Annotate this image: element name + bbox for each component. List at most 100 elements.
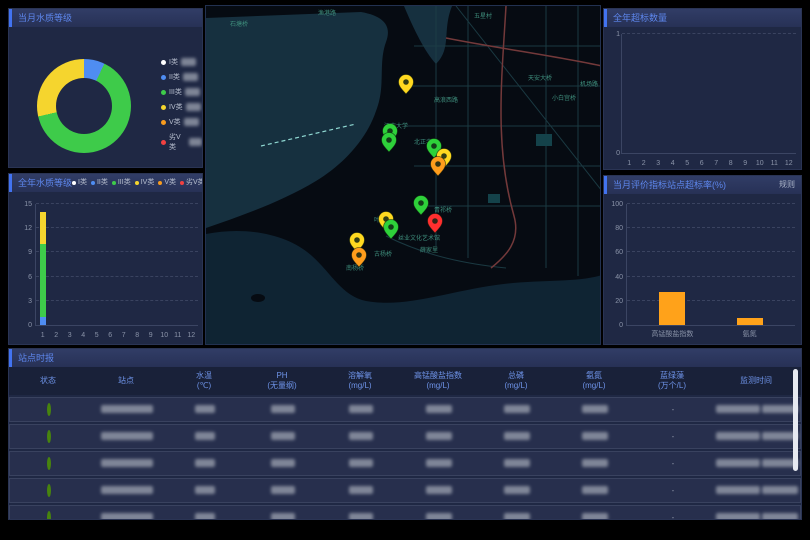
table-header-row: 状态站点水温(℃)PH(无量纲)溶解氧(mg/L)高锰酸盐指数(mg/L)总磷(… xyxy=(9,367,801,395)
redacted-value xyxy=(762,513,798,521)
column-name: 氨氮 xyxy=(555,371,633,381)
x-tick-label: 11 xyxy=(174,332,181,339)
column-name: 状态 xyxy=(9,376,87,386)
panel-header: 当月水质等级 xyxy=(9,9,202,27)
column-name: 总磷 xyxy=(477,371,555,381)
redacted-value xyxy=(195,432,215,440)
redacted-value xyxy=(271,513,295,521)
redacted-value xyxy=(349,513,373,521)
column-header: 高锰酸盐指数(mg/L) xyxy=(399,371,477,391)
algae-value: - xyxy=(634,459,712,468)
gridline xyxy=(36,227,198,228)
legend-label: III类 xyxy=(169,87,182,97)
dashboard-root: { "donut_panel": { "title": "当月水质等级", "l… xyxy=(0,0,810,540)
column-header: 溶解氧(mg/L) xyxy=(321,371,399,391)
rules-link[interactable]: 规则 xyxy=(779,176,795,194)
y-tick-label: 40 xyxy=(603,274,623,281)
legend-item[interactable]: III类 xyxy=(112,174,131,192)
x-tick-label: 3 xyxy=(656,160,660,167)
bar-1[interactable] xyxy=(659,292,685,325)
redacted-value xyxy=(582,405,608,413)
redacted-value xyxy=(101,405,153,413)
legend-label: II类 xyxy=(169,72,180,82)
map-place-label: 渔港路 xyxy=(318,9,336,17)
status-indicator xyxy=(47,430,51,443)
table-scrollbar[interactable] xyxy=(793,369,798,471)
map-place-label: 青祁桥 xyxy=(434,206,452,214)
x-tick-label: 12 xyxy=(785,160,793,167)
legend-item[interactable]: II类 xyxy=(91,174,108,192)
legend-label: I类 xyxy=(169,57,178,67)
legend-dot xyxy=(112,181,116,185)
stacked-bar-segment[interactable] xyxy=(40,317,46,325)
legend-dot xyxy=(161,120,166,125)
redacted-value xyxy=(195,513,215,521)
x-tick-label: 7 xyxy=(714,160,718,167)
y-tick-label: 80 xyxy=(603,225,623,232)
redacted-value xyxy=(271,405,295,413)
stacked-bar-segment[interactable] xyxy=(40,244,46,317)
legend-item[interactable]: V类 xyxy=(158,174,176,192)
exceed-line-chart: 01123456789101112 xyxy=(621,34,796,154)
bar-2[interactable] xyxy=(737,318,763,325)
legend-label: 劣V类 xyxy=(169,132,186,152)
gridline xyxy=(627,227,795,228)
legend-label: IV类 xyxy=(169,102,183,112)
x-tick-label: 9 xyxy=(743,160,747,167)
legend-item[interactable]: I类 xyxy=(161,57,202,67)
column-name: 监测时间 xyxy=(711,376,801,386)
column-header: PH(无量纲) xyxy=(243,371,321,391)
gridline xyxy=(36,251,198,252)
legend-item[interactable]: II类 xyxy=(161,72,202,82)
redacted-value xyxy=(716,513,760,521)
table-row[interactable]: - xyxy=(9,478,801,503)
redacted-value xyxy=(582,432,608,440)
legend-item[interactable]: IV类 xyxy=(135,174,155,192)
table-row[interactable]: - xyxy=(9,451,801,476)
stacked-bar-segment[interactable] xyxy=(40,212,46,244)
y-tick-label: 3 xyxy=(12,298,32,305)
legend-dot xyxy=(161,140,166,145)
legend-label: V类 xyxy=(164,174,176,192)
column-header: 监测时间 xyxy=(711,376,801,386)
table-row[interactable]: - xyxy=(9,424,801,449)
redacted-value xyxy=(183,73,198,81)
redacted-value xyxy=(195,486,215,494)
legend-item[interactable]: IV类 xyxy=(161,102,202,112)
map-place-label: 天安大桥 xyxy=(528,74,552,82)
x-tick-label: 1 xyxy=(41,332,45,339)
redacted-value xyxy=(762,486,798,494)
redacted-value xyxy=(426,486,452,494)
status-indicator xyxy=(47,403,51,416)
panel-month-water-grade: 当月水质等级 I类 II类 III类 IV类 V类劣V类 xyxy=(8,8,203,168)
gridline xyxy=(627,203,795,204)
table-row[interactable]: - xyxy=(9,505,801,520)
legend-item[interactable]: V类 xyxy=(161,117,202,127)
redacted-value xyxy=(426,405,452,413)
map-canvas[interactable]: 石塘桥渔港路五星村高浪西路江南大学北正寺天安大桥小白宫桥机场路青祁桥叶巷丝业文化… xyxy=(206,6,601,345)
column-unit: (mg/L) xyxy=(555,381,633,391)
column-name: 溶解氧 xyxy=(321,371,399,381)
redacted-value xyxy=(186,103,201,111)
table-row[interactable]: - xyxy=(9,397,801,422)
redacted-value xyxy=(504,486,530,494)
y-tick-label: 20 xyxy=(603,298,623,305)
gridline xyxy=(627,300,795,301)
y-tick-label: 0 xyxy=(603,322,623,329)
legend-item[interactable]: I类 xyxy=(72,174,87,192)
y-tick-label: 12 xyxy=(12,225,32,232)
column-header: 状态 xyxy=(9,376,87,386)
gridline xyxy=(36,276,198,277)
map-place-label: 高浪西路 xyxy=(434,96,458,104)
legend-dot xyxy=(135,181,139,185)
annual-legend: I类II类III类IV类 V类劣V类 xyxy=(72,174,203,192)
legend-item[interactable]: 劣V类 xyxy=(161,132,202,152)
x-tick-label: 4 xyxy=(81,332,85,339)
column-unit: (万个/L) xyxy=(633,381,711,391)
algae-value: - xyxy=(634,486,712,495)
x-tick-label: 8 xyxy=(135,332,139,339)
legend-item[interactable]: 劣V类 xyxy=(180,174,203,192)
legend-dot xyxy=(161,105,166,110)
legend-item[interactable]: III类 xyxy=(161,87,202,97)
panel-title: 当月水质等级 xyxy=(18,9,72,27)
